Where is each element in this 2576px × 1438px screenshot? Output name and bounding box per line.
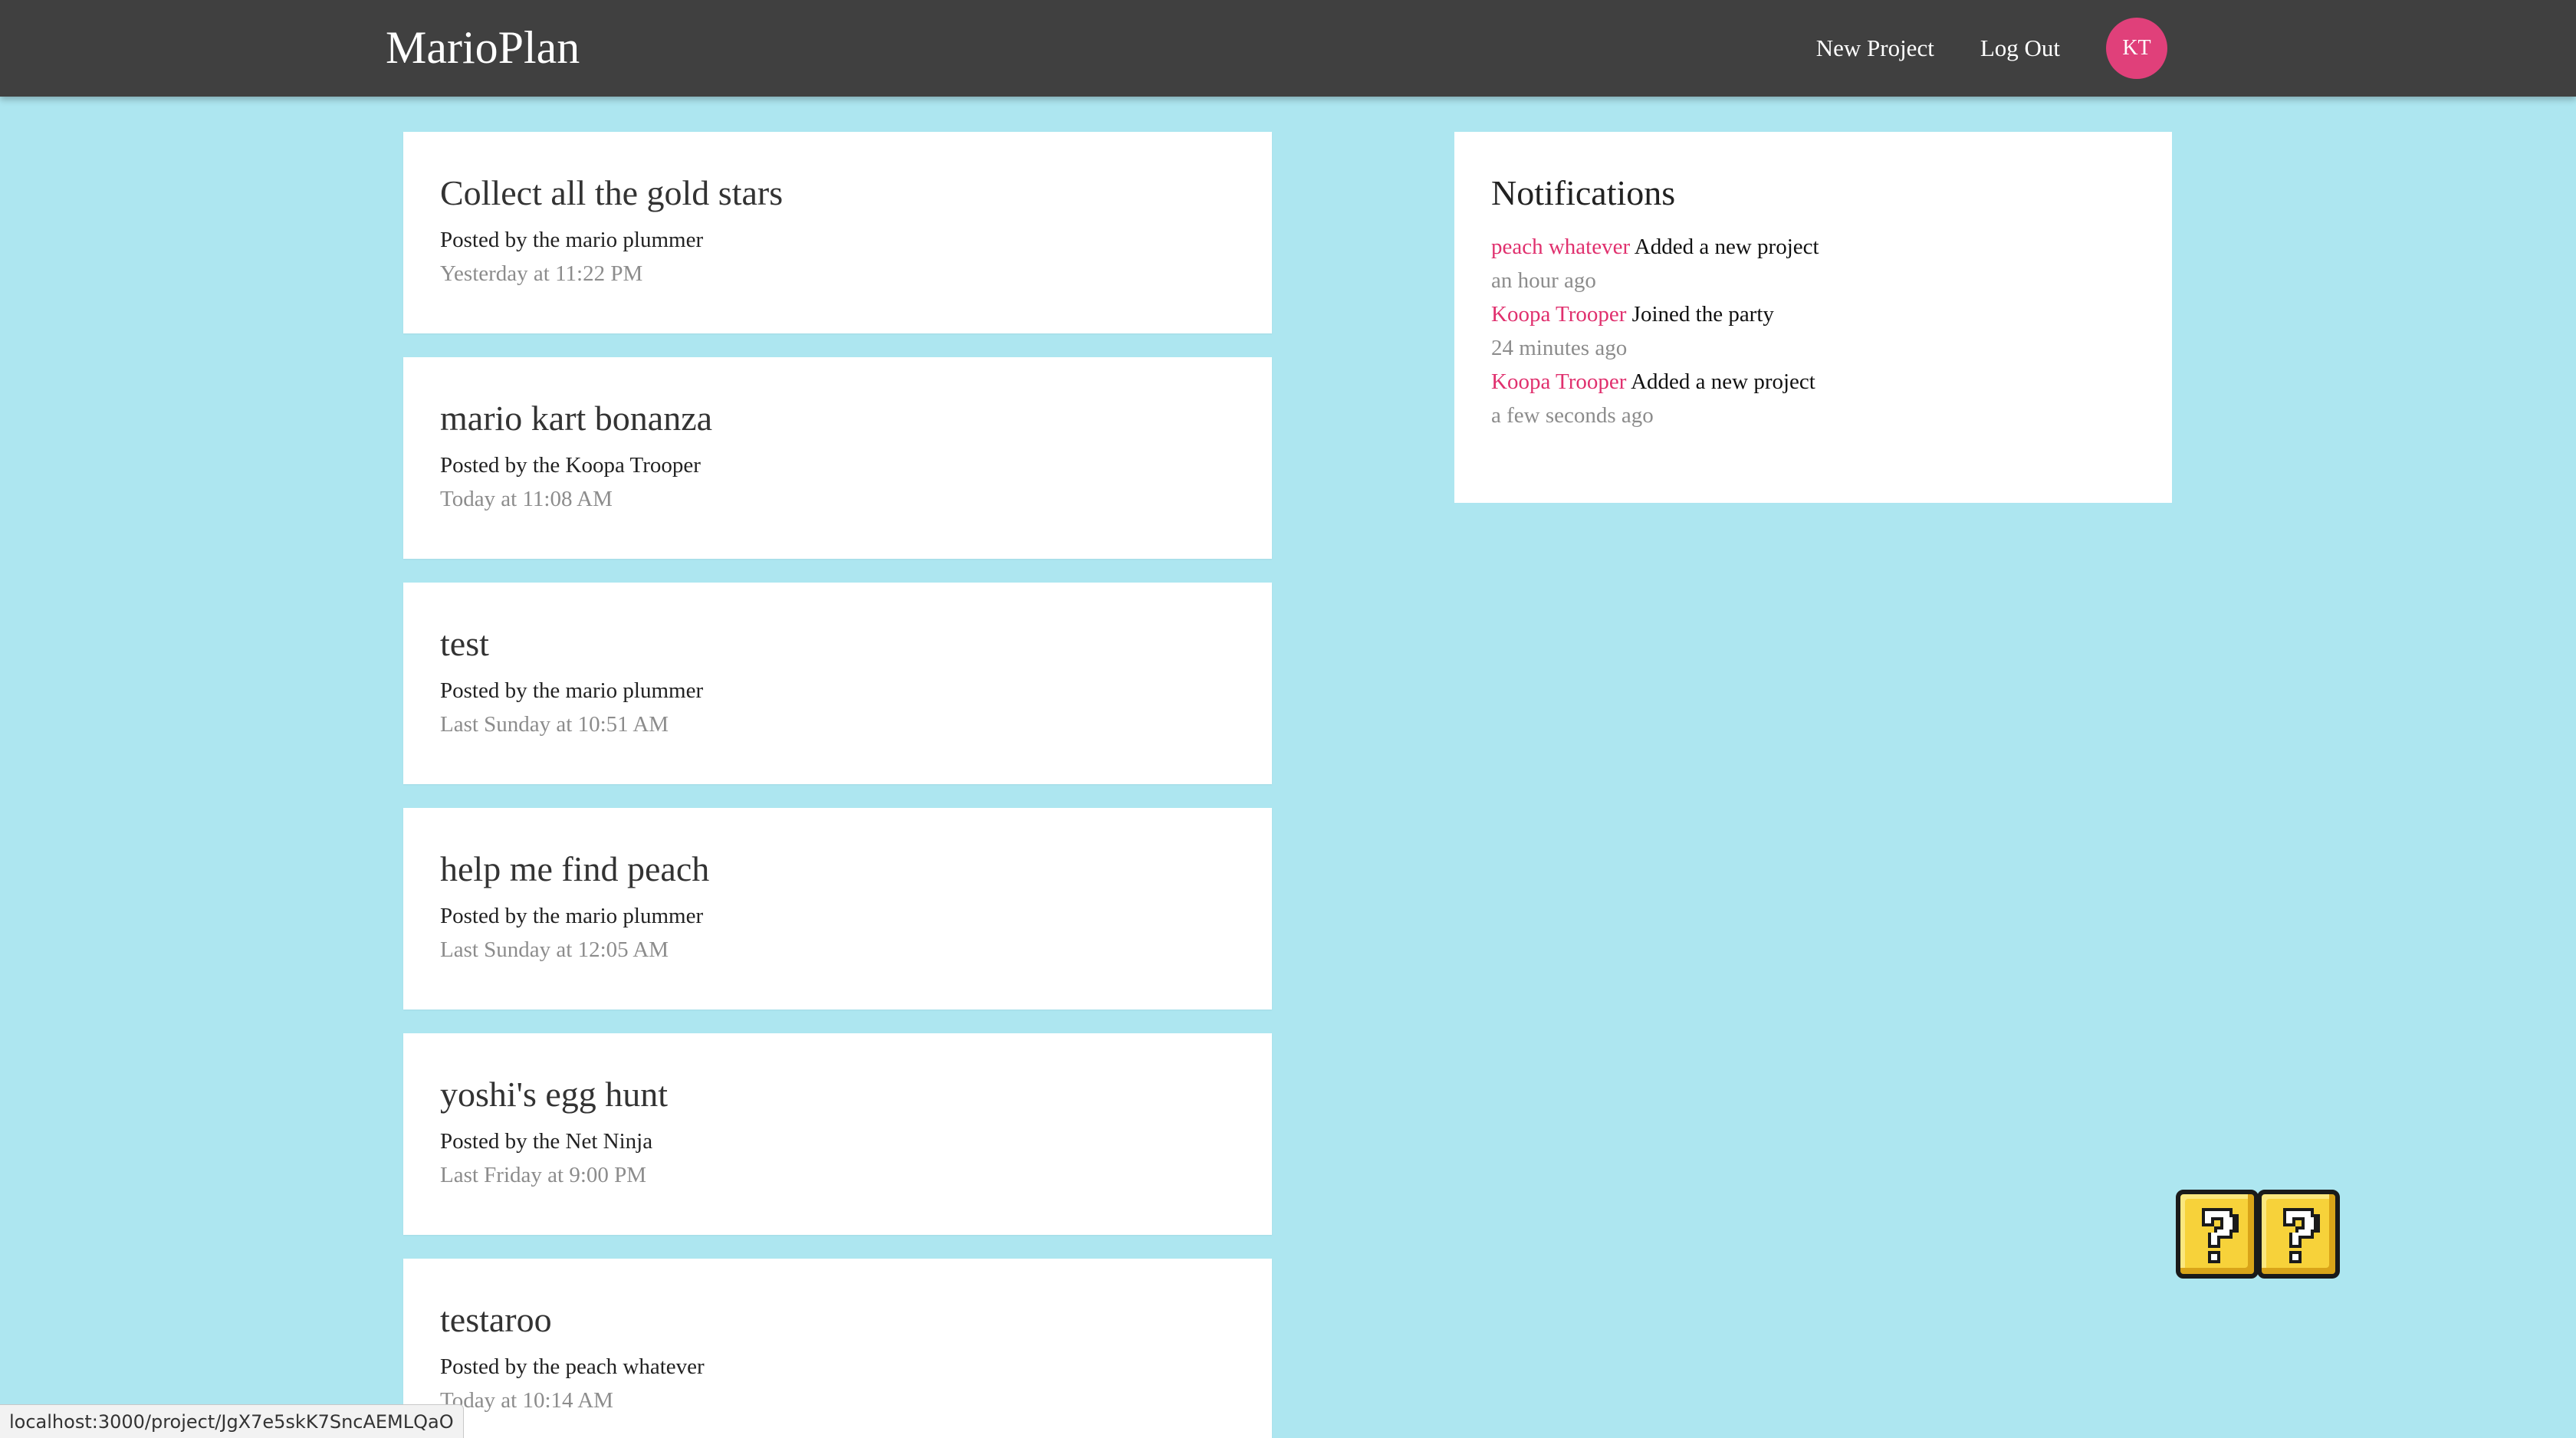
question-block-icon[interactable] xyxy=(2176,1190,2259,1279)
project-title: yoshi's egg hunt xyxy=(440,1075,669,1114)
project-card[interactable]: yoshi's egg hunt Posted by the Net Ninja… xyxy=(403,1033,1272,1235)
log-out-link[interactable]: Log Out xyxy=(1980,34,2060,62)
project-card[interactable]: help me find peach Posted by the mario p… xyxy=(403,808,1272,1010)
notification-time: 24 minutes ago xyxy=(1491,336,1628,360)
notification-message: Joined the party xyxy=(1631,302,1774,327)
brand-logo[interactable]: MarioPlan xyxy=(386,17,580,78)
project-card[interactable]: testaroo Posted by the peach whatever To… xyxy=(403,1259,1272,1438)
project-title: mario kart bonanza xyxy=(440,399,713,438)
project-date: Last Sunday at 12:05 AM xyxy=(440,937,669,962)
project-date: Today at 11:08 AM xyxy=(440,487,613,511)
notification-line: Koopa Trooper Added a new project xyxy=(1491,365,2135,399)
notification-message: Added a new project xyxy=(1634,235,1819,259)
navbar: MarioPlan New Project Log Out KT xyxy=(0,0,2576,97)
project-author: Posted by the mario plummer xyxy=(440,904,704,928)
notification-item: Koopa Trooper Joined the party 24 minute… xyxy=(1491,297,2135,365)
nav-links: New Project Log Out KT xyxy=(1816,0,2167,97)
project-title: testaroo xyxy=(440,1300,552,1339)
notification-line: Koopa Trooper Joined the party xyxy=(1491,297,2135,331)
user-avatar[interactable]: KT xyxy=(2106,18,2167,79)
project-title: test xyxy=(440,624,489,663)
notification-time: an hour ago xyxy=(1491,268,1596,293)
project-card[interactable]: Collect all the gold stars Posted by the… xyxy=(403,132,1272,333)
question-mark-icon xyxy=(2283,1208,2320,1263)
project-date: Last Sunday at 10:51 AM xyxy=(440,712,669,737)
notifications-panel: Notifications peach whatever Added a new… xyxy=(1454,132,2172,503)
notifications-title: Notifications xyxy=(1491,173,1676,212)
project-author: Posted by the Koopa Trooper xyxy=(440,453,701,478)
project-author: Posted by the mario plummer xyxy=(440,228,704,252)
notification-user: peach whatever xyxy=(1491,235,1631,259)
question-mark-icon xyxy=(2202,1208,2239,1263)
project-date: Today at 10:14 AM xyxy=(440,1388,613,1413)
notification-time: a few seconds ago xyxy=(1491,403,1654,428)
question-block-icon[interactable] xyxy=(2257,1190,2340,1279)
notification-item: peach whatever Added a new project an ho… xyxy=(1491,230,2135,297)
project-date: Yesterday at 11:22 PM xyxy=(440,261,643,286)
notification-user: Koopa Trooper xyxy=(1491,369,1627,394)
project-title: Collect all the gold stars xyxy=(440,173,784,212)
notification-message: Added a new project xyxy=(1631,369,1815,394)
new-project-link[interactable]: New Project xyxy=(1816,34,1934,62)
project-author: Posted by the mario plummer xyxy=(440,678,704,703)
project-list: Collect all the gold stars Posted by the… xyxy=(403,132,1272,1438)
notification-line: peach whatever Added a new project xyxy=(1491,230,2135,264)
question-blocks xyxy=(2176,1190,2340,1279)
status-bar-url: localhost:3000/project/JgX7e5skK7SncAEML… xyxy=(0,1404,464,1438)
notification-item: Koopa Trooper Added a new project a few … xyxy=(1491,365,2135,432)
notification-user: Koopa Trooper xyxy=(1491,302,1627,327)
project-date: Last Friday at 9:00 PM xyxy=(440,1163,647,1187)
project-title: help me find peach xyxy=(440,849,710,888)
project-card[interactable]: mario kart bonanza Posted by the Koopa T… xyxy=(403,357,1272,559)
project-author: Posted by the Net Ninja xyxy=(440,1129,653,1154)
project-author: Posted by the peach whatever xyxy=(440,1354,705,1379)
project-card[interactable]: test Posted by the mario plummer Last Su… xyxy=(403,583,1272,784)
